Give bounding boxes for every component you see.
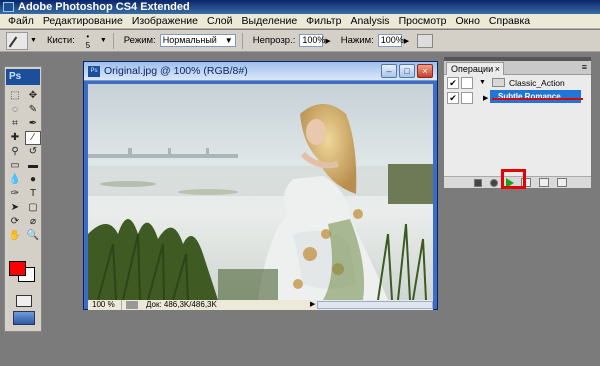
opacity-field[interactable]: 100% — [299, 34, 325, 47]
action-set-label: Classic_Action — [508, 77, 565, 88]
document-icon: Ps — [88, 66, 100, 77]
chevron-right-icon[interactable]: ▶ — [483, 94, 488, 102]
toggle-checkbox[interactable]: ✔ — [447, 91, 459, 104]
action-set-row[interactable]: ✔ ▼ Classic_Action — [444, 75, 591, 90]
menu-view[interactable]: Просмотр — [395, 15, 452, 27]
menu-file[interactable]: Файл — [4, 15, 39, 27]
close-icon[interactable]: × — [495, 63, 500, 75]
flow-field[interactable]: 100% — [377, 34, 404, 47]
gradient-tool-icon[interactable]: ▬ — [25, 159, 41, 173]
zoom-tool-icon[interactable]: 🔍 — [25, 229, 41, 243]
record-icon[interactable] — [489, 178, 498, 187]
options-bar: ▼ Кисти: • 5 ▼ Режим: Нормальный ▼ Непрозр… — [0, 30, 600, 52]
toolbox: Ps ⬚ ✥ ◌ ✎ ⌗ ✒ ✚ ∕ ⚲ ↺ ▭ ▬ 💧 ● ✑ T ➤ ▢ ⟳… — [4, 66, 42, 332]
screen-mode-icon[interactable] — [13, 311, 35, 325]
type-tool-icon[interactable]: T — [25, 187, 41, 201]
eraser-tool-icon[interactable]: ▭ — [7, 159, 23, 173]
brushes-label: Кисти: — [46, 35, 75, 46]
maximize-icon[interactable]: □ — [399, 64, 415, 78]
app-title: Adobe Photoshop CS4 Extended — [18, 1, 190, 13]
photoshop-icon — [3, 2, 14, 12]
play-button-highlight — [501, 169, 526, 189]
zoom-level[interactable]: 100 % — [88, 300, 122, 310]
chevron-down-icon[interactable]: ▼ — [30, 37, 37, 44]
menu-layer[interactable]: Слой — [203, 15, 238, 27]
folder-icon — [491, 78, 505, 87]
menubar: Файл Редактирование Изображение Слой Выд… — [0, 14, 600, 29]
tab-actions[interactable]: Операции × — [446, 62, 504, 75]
eyedropper-tool-icon[interactable]: ✒ — [25, 117, 41, 131]
dialog-toggle[interactable] — [461, 91, 473, 104]
3d-rotate-tool-icon[interactable]: ⟳ — [7, 215, 23, 229]
tool-grid: ⬚ ✥ ◌ ✎ ⌗ ✒ ✚ ∕ ⚲ ↺ ▭ ▬ 💧 ● ✑ T ➤ ▢ ⟳ ⌀ … — [5, 85, 41, 243]
mode-select[interactable]: Нормальный ▼ — [159, 34, 236, 47]
opacity-label: Непрозр.: — [252, 35, 296, 46]
brush-preset-icon[interactable] — [6, 31, 28, 50]
toggle-checkbox[interactable]: ✔ — [447, 76, 459, 89]
brush-size-picker[interactable]: • 5 — [78, 32, 98, 50]
dialog-toggle[interactable] — [461, 76, 473, 89]
minimize-icon[interactable]: – — [381, 64, 397, 78]
move-tool-icon[interactable]: ✥ — [25, 89, 41, 103]
chevron-right-icon[interactable]: ▶ — [404, 37, 409, 45]
hand-tool-icon[interactable]: ✋ — [7, 229, 23, 243]
shape-tool-icon[interactable]: ▢ — [25, 201, 41, 215]
photo-woman-by-lake — [88, 84, 433, 300]
document-titlebar[interactable]: Ps Original.jpg @ 100% (RGB/8#) – □ × — [84, 62, 437, 81]
history-brush-tool-icon[interactable]: ↺ — [25, 145, 41, 159]
action-label-selected[interactable]: Subtle Romance — [490, 90, 581, 103]
close-icon[interactable]: × — [417, 64, 433, 78]
new-action-icon[interactable] — [539, 178, 550, 187]
chevron-right-icon[interactable]: ▶ — [325, 37, 330, 45]
image-canvas[interactable] — [88, 84, 433, 300]
menu-edit[interactable]: Редактирование — [39, 15, 128, 27]
quick-select-tool-icon[interactable]: ✎ — [25, 103, 41, 117]
divider — [241, 32, 243, 49]
menu-filter[interactable]: Фильтр — [302, 15, 346, 27]
clone-stamp-tool-icon[interactable]: ⚲ — [7, 145, 23, 159]
window-controls: – □ × — [381, 64, 433, 78]
panel-menu-icon[interactable]: ≡ — [582, 61, 587, 74]
status-info-icon — [126, 301, 138, 309]
blur-tool-icon[interactable]: 💧 — [7, 173, 23, 187]
ps-logo: Ps — [6, 69, 40, 85]
crop-tool-icon[interactable]: ⌗ — [7, 117, 23, 131]
healing-tool-icon[interactable]: ✚ — [7, 131, 23, 145]
chevron-down-icon: ▼ — [224, 36, 233, 45]
marquee-tool-icon[interactable]: ⬚ — [7, 89, 23, 103]
panel-tabs: Операции × ≡ — [444, 61, 591, 75]
3d-orbit-tool-icon[interactable]: ⌀ — [25, 215, 41, 229]
document-title: Original.jpg @ 100% (RGB/8#) — [104, 65, 248, 77]
brush-size-value: 5 — [85, 40, 91, 50]
airbrush-toggle-icon[interactable] — [417, 33, 434, 48]
path-select-tool-icon[interactable]: ➤ — [7, 201, 23, 215]
foreground-color-swatch[interactable] — [9, 261, 26, 276]
divider — [112, 32, 114, 49]
menu-window[interactable]: Окно — [452, 15, 485, 27]
tab-actions-label: Операции — [451, 64, 494, 74]
brush-tool-icon[interactable]: ∕ — [25, 131, 41, 145]
document-window: Ps Original.jpg @ 100% (RGB/8#) – □ × 10… — [83, 61, 438, 310]
mode-label: Режим: — [123, 35, 156, 46]
menu-help[interactable]: Справка — [485, 15, 535, 27]
horizontal-scrollbar[interactable] — [317, 301, 433, 309]
chevron-down-icon[interactable]: ▼ — [479, 79, 486, 86]
app-titlebar: Adobe Photoshop CS4 Extended — [0, 0, 600, 14]
document-size: Док: 486,3K/486,3K — [146, 300, 217, 309]
lasso-tool-icon[interactable]: ◌ — [7, 103, 23, 117]
dodge-tool-icon[interactable]: ● — [25, 173, 41, 187]
flow-label: Нажим: — [340, 35, 374, 46]
menu-select[interactable]: Выделение — [238, 15, 303, 27]
chevron-down-icon[interactable]: ▼ — [100, 37, 107, 44]
menu-analysis[interactable]: Analysis — [346, 15, 394, 27]
trash-icon[interactable] — [557, 178, 568, 187]
stop-icon[interactable] — [473, 178, 482, 187]
annotation-underline — [492, 98, 583, 100]
quick-mask-icon[interactable] — [16, 295, 32, 307]
pen-tool-icon[interactable]: ✑ — [7, 187, 23, 201]
chevron-right-icon[interactable]: ▶ — [310, 300, 315, 310]
mode-value: Нормальный — [162, 35, 217, 45]
menu-image[interactable]: Изображение — [128, 15, 203, 27]
